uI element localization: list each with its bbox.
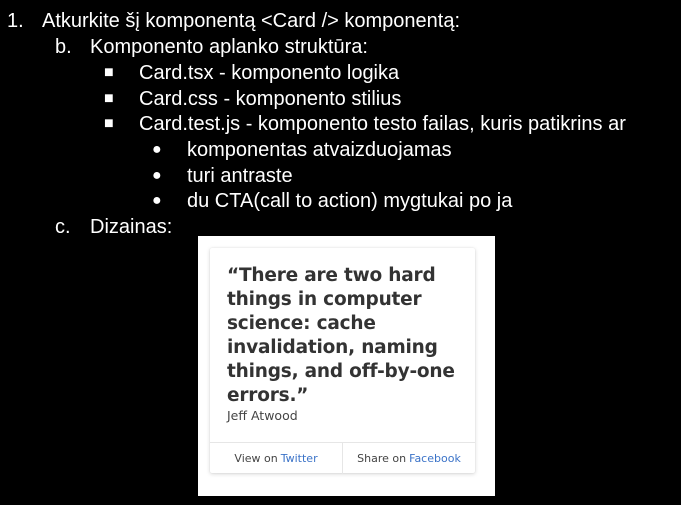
outline-item-text: Dizainas:	[90, 216, 173, 238]
file-item-text: Card.css - komponento stilius	[139, 88, 402, 110]
list-number: 1.	[7, 10, 24, 32]
outline-item-text: Atkurkite šį komponentą <Card /> kompone…	[42, 10, 461, 32]
check-item-text: turi antraste	[187, 165, 293, 187]
check-item-text: du CTA(call to action) mygtukai po ja	[187, 190, 513, 212]
file-item-text: Card.test.js - komponento testo failas, …	[139, 113, 626, 135]
square-bullet-icon: ■	[104, 90, 114, 107]
twitter-link[interactable]: Twitter	[281, 452, 318, 465]
button-prefix: Share on	[357, 452, 407, 465]
button-prefix: View on	[234, 452, 278, 465]
quote-heading: “There are two hard things in computer s…	[227, 265, 455, 406]
card-actions: View on Twitter Share on Facebook	[210, 442, 475, 474]
square-bullet-icon: ■	[104, 64, 114, 81]
outline-item-text: Komponento aplanko struktūra:	[90, 36, 368, 58]
facebook-link[interactable]: Facebook	[409, 452, 461, 465]
view-on-twitter-button[interactable]: View on Twitter	[210, 443, 342, 474]
list-letter: b.	[55, 36, 72, 58]
quote-author: Jeff Atwood	[227, 408, 298, 423]
quote-card: “There are two hard things in computer s…	[210, 248, 475, 474]
file-item-text: Card.tsx - komponento logika	[139, 62, 400, 84]
check-item-text: komponentas atvaizduojamas	[187, 139, 452, 161]
round-bullet-icon: ●	[152, 167, 162, 184]
design-image: “There are two hard things in computer s…	[198, 236, 495, 496]
round-bullet-icon: ●	[152, 192, 162, 209]
round-bullet-icon: ●	[152, 141, 162, 158]
square-bullet-icon: ■	[104, 115, 114, 132]
list-letter: c.	[55, 216, 71, 238]
share-on-facebook-button[interactable]: Share on Facebook	[342, 443, 475, 474]
